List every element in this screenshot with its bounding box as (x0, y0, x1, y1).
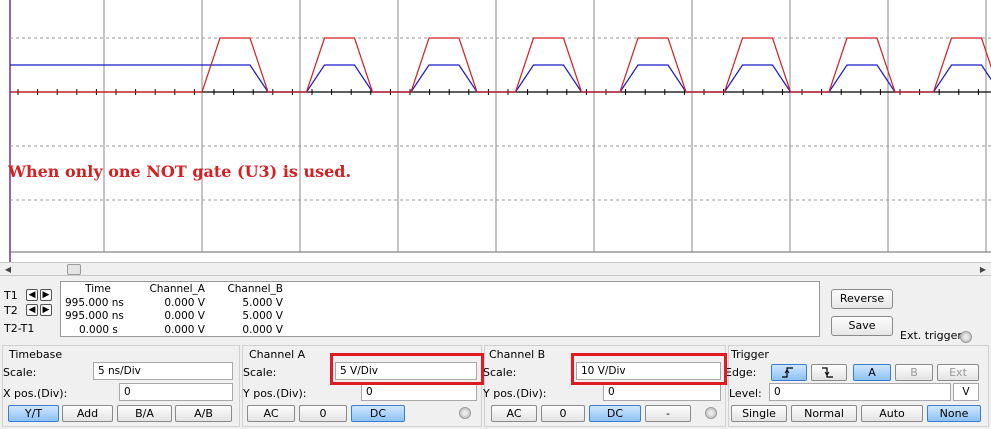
readout-col-b: Channel_B 5.000 V 5.000 V 0.000 V (227, 283, 283, 337)
trigger-level-label: Level: (729, 387, 762, 400)
trigger-normal-button[interactable]: Normal (791, 405, 857, 422)
channel-a-zero-button[interactable]: 0 (299, 405, 347, 422)
trigger-source-a-button[interactable]: A (853, 364, 891, 381)
channel-b-dc-button[interactable]: DC (589, 405, 641, 422)
cursor-t2: T2 ◀ ▶ (4, 303, 52, 317)
cursor-t2-right-icon[interactable]: ▶ (40, 304, 52, 316)
channel-a-dc-button[interactable]: DC (351, 405, 405, 422)
trigger-group: Trigger Edge: A B Ext Level: 0 V Single … (725, 345, 989, 427)
oscilloscope-screen: When only one NOT gate (U3) is used. (0, 0, 991, 262)
channel-b-scale-label: Scale: (483, 366, 517, 379)
readout-header-a: Channel_A (149, 283, 205, 295)
scroll-thumb[interactable] (67, 264, 81, 275)
trigger-title: Trigger (731, 348, 769, 361)
trigger-single-button[interactable]: Single (731, 405, 787, 422)
cursor-t1: T1 ◀ ▶ (4, 288, 52, 302)
cursor-t1-right-icon[interactable]: ▶ (40, 289, 52, 301)
trigger-level-field[interactable]: 0 (769, 383, 951, 401)
readout-col-time: Time 995.000 ns 995.000 ns 0.000 s (65, 283, 125, 337)
trigger-level-unit: V (953, 383, 979, 401)
timebase-scale-field[interactable]: 5 ns/Div (93, 362, 233, 380)
trigger-auto-button[interactable]: Auto (861, 405, 923, 422)
ext-trigger-radio[interactable] (960, 331, 972, 343)
channel-b-zero-button[interactable]: 0 (541, 405, 585, 422)
readout-cell: 0.000 V (164, 296, 205, 309)
channel-b-radio[interactable] (705, 407, 717, 419)
channel-b-scale-highlight (571, 353, 727, 385)
channel-a-scale-label: Scale: (243, 366, 277, 379)
scope-display (9, 0, 991, 262)
cursor-t2-left-icon[interactable]: ◀ (26, 304, 38, 316)
channel-a-radio[interactable] (459, 407, 471, 419)
channel-a-ypos-label: Y pos.(Div): (243, 387, 307, 400)
trigger-edge-label: Edge: (725, 366, 757, 379)
readout-cell: 0.000 V (164, 310, 205, 322)
readout-cell: 5.000 V (242, 310, 283, 322)
cursor-diff-label: T2-T1 (4, 321, 35, 335)
timebase-group: Timebase Scale: 5 ns/Div X pos.(Div): 0 … (2, 345, 240, 427)
cursor-t1-left-icon[interactable]: ◀ (26, 289, 38, 301)
reverse-button[interactable]: Reverse (831, 289, 893, 309)
trigger-none-button[interactable]: None (927, 405, 981, 422)
add-button[interactable]: Add (62, 405, 113, 422)
annotation-text: When only one NOT gate (U3) is used. (8, 162, 352, 181)
channel-a-ypos-field[interactable]: 0 (361, 383, 477, 401)
ab-button[interactable]: A/B (175, 405, 232, 422)
readout-cell: 0.000 s (79, 323, 118, 336)
cursor-diff: T2-T1 (4, 321, 44, 335)
cursor-readout-panel: T1 ◀ ▶ T2 ◀ ▶ T2-T1 Time 995.000 ns 995.… (0, 281, 820, 337)
save-button[interactable]: Save (831, 316, 893, 336)
channel-b-ac-button[interactable]: AC (491, 405, 537, 422)
scroll-left-icon[interactable]: ◀ (2, 264, 14, 275)
readout-table: Time 995.000 ns 995.000 ns 0.000 s Chann… (60, 281, 820, 337)
timebase-scale-label: Scale: (3, 366, 37, 379)
scroll-right-icon[interactable]: ▶ (977, 264, 989, 275)
ba-button[interactable]: B/A (117, 405, 172, 422)
timebase-title: Timebase (9, 348, 63, 361)
timebase-xpos-label: X pos.(Div): (3, 387, 68, 400)
channel-b-minus-button[interactable]: - (645, 405, 691, 422)
horizontal-scrollbar[interactable]: ◀ ▶ (0, 262, 991, 276)
channel-b-title: Channel B (489, 348, 546, 361)
cursor-t1-label: T1 (4, 288, 18, 302)
readout-header-time: Time (85, 283, 111, 295)
channel-a-title: Channel A (249, 348, 306, 361)
readout-cell: 995.000 ns (65, 310, 124, 322)
timebase-xpos-field[interactable]: 0 (119, 383, 233, 401)
falling-edge-icon[interactable] (811, 364, 847, 381)
rising-edge-icon[interactable] (771, 364, 807, 381)
readout-cell: 0.000 V (164, 323, 205, 336)
readout-col-a: Channel_A 0.000 V 0.000 V 0.000 V (147, 283, 205, 337)
readout-cell: 995.000 ns (65, 296, 124, 309)
trigger-source-ext-button[interactable]: Ext (937, 364, 979, 381)
readout-cell: 0.000 V (242, 323, 283, 336)
channel-b-ypos-label: Y pos.(Div): (483, 387, 547, 400)
channel-a-ac-button[interactable]: AC (247, 405, 295, 422)
ext-trigger-label: Ext. trigger (900, 329, 962, 342)
channel-b-trace (10, 64, 991, 93)
readout-cell: 5.000 V (242, 296, 283, 309)
channel-b-ypos-field[interactable]: 0 (603, 383, 721, 401)
yt-button[interactable]: Y/T (8, 405, 59, 422)
channel-a-scale-highlight (330, 353, 484, 385)
trigger-source-b-button[interactable]: B (895, 364, 933, 381)
readout-header-b: Channel_B (227, 283, 283, 295)
cursor-t2-label: T2 (4, 303, 18, 317)
